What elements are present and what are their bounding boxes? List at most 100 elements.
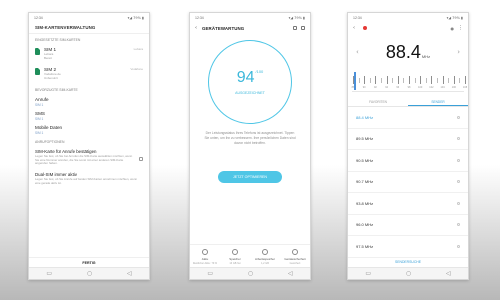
category-security[interactable]: Gerätesicherheit Gesichert: [280, 249, 310, 265]
station-frequency: 96.0 MHz: [356, 222, 374, 228]
favorite-icon[interactable]: [457, 180, 460, 184]
setting-calls[interactable]: Anrufe SIM 1: [29, 94, 149, 108]
tuner-scale[interactable]: 88 90 92 94 96 98 100 102 104 106 108: [352, 70, 468, 92]
score-ring: 94/100 AUSGEZEICHNET: [208, 40, 292, 124]
recent-apps-icon[interactable]: ▭: [365, 270, 371, 277]
app-header: ‹ ● ⋮: [348, 22, 468, 34]
more-options-icon[interactable]: ⋮: [458, 25, 463, 31]
scan-button[interactable]: SENDERSUCHE: [348, 258, 468, 267]
back-icon[interactable]: ◁: [288, 270, 293, 277]
previous-station-icon[interactable]: ‹: [356, 48, 359, 56]
power-icon[interactable]: [363, 26, 367, 30]
setting-value: SIM 1: [35, 103, 44, 107]
back-icon[interactable]: ◁: [127, 270, 132, 277]
favorite-icon[interactable]: [457, 223, 460, 227]
recent-apps-icon[interactable]: ▭: [207, 270, 213, 277]
status-indicators: ▾◢ 79% ▮: [288, 15, 305, 20]
record-icon[interactable]: ●: [451, 26, 455, 31]
scale-label: 106: [451, 86, 456, 89]
scale-label: 108: [462, 86, 468, 89]
score-unit: /100: [255, 69, 264, 74]
confirm-sim-option[interactable]: SIM-Karte für Anrufe bestätigen Legen Si…: [29, 146, 149, 169]
station-row[interactable]: 90.5 MHz: [348, 150, 468, 172]
favorite-icon[interactable]: [457, 244, 460, 248]
maintenance-categories: Akku Restlicher Akku: 79 % Speicher 13 G…: [190, 244, 310, 265]
shield-icon: [292, 249, 298, 255]
section-header-installed: EINGESETZTE SIM-KARTEN: [35, 38, 81, 42]
sim-management-screen: 12:34 ▾◢ 79% ▮ SIM-KARTENVERWALTUNG EING…: [28, 12, 150, 280]
recent-apps-icon[interactable]: ▭: [46, 270, 52, 277]
back-arrow-icon[interactable]: ‹: [195, 25, 197, 31]
tuner-needle[interactable]: [354, 72, 357, 90]
settings-icon[interactable]: [293, 26, 297, 30]
scale-tick: [358, 78, 360, 83]
status-time: 12:34: [353, 15, 362, 20]
done-button[interactable]: FERTIG: [29, 257, 149, 267]
more-options-icon[interactable]: [301, 26, 305, 30]
dual-sim-option[interactable]: Dual-SIM immer aktiv Legen Sie fest, ob …: [29, 169, 149, 188]
setting-mobile-data[interactable]: Mobile Daten SIM 1: [29, 122, 149, 136]
favorite-icon[interactable]: [457, 115, 460, 119]
score-value: 94/100: [236, 69, 264, 86]
station-row[interactable]: 96.0 MHz: [348, 215, 468, 236]
station-row[interactable]: 88.4 MHz: [348, 107, 468, 129]
scale-tick: [409, 76, 410, 84]
home-icon[interactable]: ○: [406, 270, 411, 277]
station-row[interactable]: 97.5 MHz: [348, 236, 468, 258]
status-time: 12:34: [34, 15, 43, 20]
scale-tick: [420, 76, 422, 84]
station-row[interactable]: 89.5 MHz: [348, 129, 468, 150]
tab-favorites[interactable]: FAVORITEN: [348, 98, 408, 106]
status-indicators: ▾◢ 79% ▮: [127, 15, 144, 20]
page-title: GERÄTEWARTUNG: [202, 25, 245, 31]
back-icon[interactable]: ◁: [446, 270, 451, 277]
station-row[interactable]: 93.8 MHz: [348, 193, 468, 215]
back-arrow-icon[interactable]: ‹: [353, 25, 355, 31]
status-bar: 12:34 ▾◢ 79% ▮: [190, 13, 310, 22]
category-label: Gerätesicherheit: [284, 257, 306, 261]
category-status: Gesichert: [289, 262, 301, 265]
category-storage[interactable]: Speicher 13 GB frei: [220, 249, 250, 265]
setting-sms[interactable]: SMS SIM 1: [29, 108, 149, 122]
device-maintenance-screen: 12:34 ▾◢ 79% ▮ ‹ GERÄTEWARTUNG 94/100 AU…: [189, 12, 311, 280]
sim-card-icon: [35, 68, 40, 75]
system-nav-bar: ▭ ○ ◁: [190, 267, 310, 279]
category-label: Akku: [201, 257, 209, 261]
sim-2-row[interactable]: SIM 2 Vodafone.de Unbenutzt Vodafone: [29, 64, 149, 84]
home-icon[interactable]: ○: [87, 270, 92, 277]
category-battery[interactable]: Akku Restlicher Akku: 79 %: [190, 249, 220, 265]
sim-carrier: Lebara: [133, 47, 143, 51]
category-memory[interactable]: Arbeitsspeicher 1,2 GB: [250, 249, 280, 265]
confirm-sim-checkbox[interactable]: [139, 157, 143, 161]
system-nav-bar: ▭ ○ ◁: [348, 267, 468, 279]
tab-stations[interactable]: SENDER: [408, 98, 468, 106]
station-frequency: 97.5 MHz: [356, 243, 374, 249]
section-header-more: ANRUFOPTIONEN: [35, 140, 65, 144]
scale-label: 94: [385, 86, 388, 89]
scale-tick: [369, 78, 371, 83]
scale-tick: [414, 78, 416, 83]
favorite-icon[interactable]: [457, 201, 460, 205]
scale-label: 90: [362, 86, 366, 89]
favorite-icon[interactable]: [457, 137, 460, 141]
optimize-button[interactable]: JETZT OPTIMIEREN: [218, 171, 282, 184]
home-icon[interactable]: ○: [248, 270, 253, 277]
scale-tick: [442, 76, 444, 84]
scale-tick: [453, 76, 455, 84]
favorite-icon[interactable]: [457, 158, 460, 162]
memory-icon: [262, 249, 268, 255]
setting-value: SIM 1: [35, 131, 44, 135]
option-description: Legen Sie fest, ob Sie bei Anrufen die S…: [35, 154, 133, 166]
scale-tick: [364, 76, 366, 84]
scale-tick: [448, 78, 450, 83]
category-label: Speicher: [229, 257, 241, 261]
setting-title: SMS: [35, 111, 45, 116]
status-indicators: ▾◢ 79% ▮: [446, 15, 463, 20]
storage-icon: [232, 249, 238, 255]
scale-tick: [397, 76, 399, 84]
score-label: AUSGEZEICHNET: [235, 91, 265, 95]
sim-1-row[interactable]: SIM 1 Lebara Bereit Lebara: [29, 44, 149, 64]
station-row[interactable]: 90.7 MHz: [348, 172, 468, 193]
station-frequency: 93.8 MHz: [356, 200, 374, 206]
next-station-icon[interactable]: ›: [457, 48, 460, 56]
